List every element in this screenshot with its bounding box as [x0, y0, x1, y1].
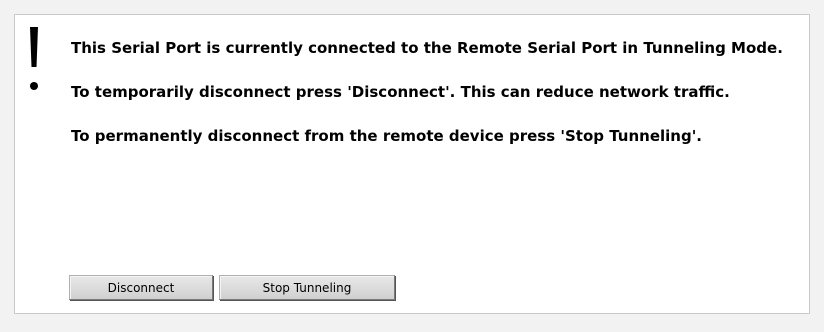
- tunneling-notice-panel: This Serial Port is currently connected …: [14, 14, 810, 314]
- notice-disconnect-text: To temporarily disconnect press 'Disconn…: [71, 83, 730, 101]
- button-row: Disconnect Stop Tunneling: [69, 275, 395, 300]
- notice-message: This Serial Port is currently connected …: [71, 37, 807, 169]
- notice-connected-text: This Serial Port is currently connected …: [71, 39, 783, 57]
- notice-stop-tunneling-text: To permanently disconnect from the remot…: [71, 127, 703, 145]
- disconnect-button[interactable]: Disconnect: [69, 275, 213, 300]
- stop-tunneling-button[interactable]: Stop Tunneling: [219, 275, 395, 300]
- exclamation-icon: [30, 27, 38, 90]
